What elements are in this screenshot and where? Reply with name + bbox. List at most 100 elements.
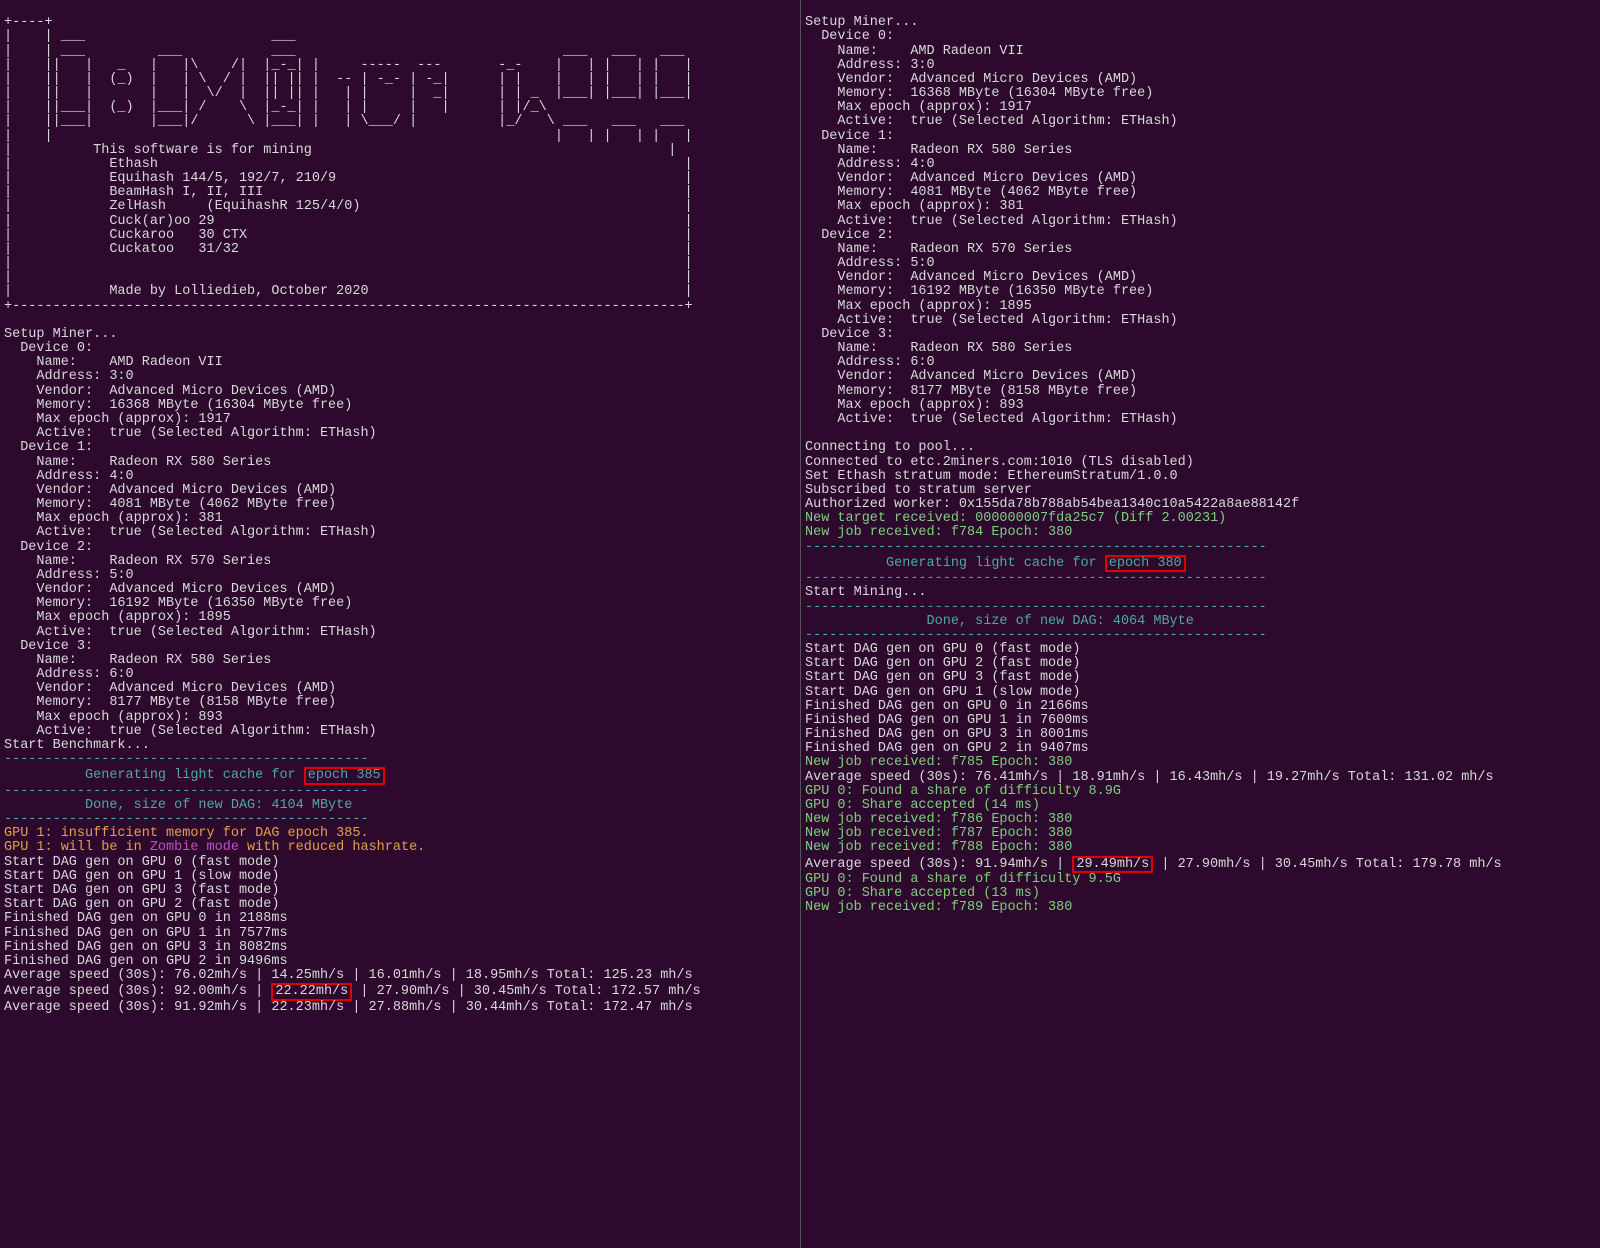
device-address: Address: 6:0 [805,355,935,370]
device-header: Device 2: [4,540,93,555]
device-active: Active: true (Selected Algorithm: ETHash… [805,313,1178,328]
warning-mem: GPU 1: insufficient memory for DAG epoch… [4,826,369,841]
avg-speed: Average speed (30s): 91.92mh/s | 22.23mh… [4,1000,693,1015]
device-memory: Memory: 16192 MByte (16350 MByte free) [805,284,1153,299]
authorized: Authorized worker: 0x155da78b788ab54bea1… [805,497,1299,512]
info-line: | Equihash 144/5, 192/7, 210/9 | [4,171,693,186]
ascii-art-line: | | ___ ___ [4,29,296,44]
device-maxepoch: Max epoch (approx): 381 [4,511,223,526]
device-maxepoch: Max epoch (approx): 893 [805,398,1024,413]
device-address: Address: 5:0 [4,568,134,583]
device-vendor: Vendor: Advanced Micro Devices (AMD) [805,72,1137,87]
dag-gen: Start DAG gen on GPU 3 (fast mode) [4,883,279,898]
author-line: | Made by Lolliedieb, October 2020 | [4,284,693,299]
dag-finished: Finished DAG gen on GPU 3 in 8001ms [805,727,1089,742]
device-maxepoch: Max epoch (approx): 1917 [805,100,1032,115]
device-vendor: Vendor: Advanced Micro Devices (AMD) [805,171,1137,186]
info-line: | Cuckaroo 30 CTX | [4,228,693,243]
device-header: Device 0: [4,341,93,356]
device-header: Device 0: [805,29,894,44]
avg-speed: Average speed (30s): 76.41mh/s | 18.91mh… [805,770,1494,785]
dag-gen: Start DAG gen on GPU 1 (slow mode) [805,685,1080,700]
new-job: New job received: f784 Epoch: 380 [805,525,1072,540]
done-dag: Done, size of new DAG: 4104 MByte [4,798,352,813]
device-active: Active: true (Selected Algorithm: ETHash… [805,214,1178,229]
avg-speed-post: | 27.90mh/s | 30.45mh/s Total: 172.57 mh… [352,984,700,999]
separator: ----------------------------------------… [805,628,1267,643]
start-mining: Start Mining... [805,585,927,600]
device-memory: Memory: 4081 MByte (4062 MByte free) [4,497,336,512]
ascii-art-line: | || | (_) | | \ / | || || | -- | -_- | … [4,72,693,87]
device-header: Device 1: [805,129,894,144]
info-line: | | [4,256,693,271]
dag-finished: Finished DAG gen on GPU 3 in 8082ms [4,940,288,955]
separator: ----------------------------------------… [4,812,369,827]
dag-gen: Start DAG gen on GPU 0 (fast mode) [4,855,279,870]
setup-title: Setup Miner... [805,15,918,30]
info-line: | Ethash | [4,157,693,172]
dag-gen: Start DAG gen on GPU 0 (fast mode) [805,642,1080,657]
info-line: | ZelHash (EquihashR 125/4/0) | [4,199,693,214]
dag-finished: Finished DAG gen on GPU 1 in 7600ms [805,713,1089,728]
warning-zombie-pre: GPU 1: will be in [4,840,150,855]
warning-zombie-post: with reduced hashrate. [239,840,425,855]
device-header: Device 3: [805,327,894,342]
device-active: Active: true (Selected Algorithm: ETHash… [4,525,377,540]
dag-gen: Start DAG gen on GPU 3 (fast mode) [805,670,1080,685]
zombie-mode-text: Zombie mode [150,840,239,855]
separator: ----------------------------------------… [4,752,369,767]
share-found: GPU 0: Found a share of difficulty 8.9G [805,784,1121,799]
device-name: Name: Radeon RX 570 Series [805,242,1072,257]
ascii-art-line: | || | _ | |\ /| |_-_| | ----- --- -_- |… [4,58,693,73]
device-vendor: Vendor: Advanced Micro Devices (AMD) [4,582,336,597]
done-dag: Done, size of new DAG: 4064 MByte [805,614,1194,629]
epoch-highlight: epoch 380 [1105,555,1186,573]
ascii-art-line: | ||___| (_) |___| / \ |_-_| | | | | | |… [4,100,547,115]
left-terminal: +----+ | | ___ ___ | | ___ ___ ___ ___ _… [0,0,800,1248]
avg-speed: Average speed (30s): 76.02mh/s | 14.25mh… [4,968,693,983]
dag-finished: Finished DAG gen on GPU 2 in 9496ms [4,954,288,969]
right-terminal: Setup Miner... Device 0: Name: AMD Radeo… [800,0,1600,1248]
gen-cache-pre: Generating light cache for [4,768,304,783]
separator: ----------------------------------------… [805,540,1267,555]
device-active: Active: true (Selected Algorithm: ETHash… [805,412,1178,427]
ascii-art-line: | | | | | | | | [4,129,693,144]
device-memory: Memory: 16368 MByte (16304 MByte free) [805,86,1153,101]
avg-speed-pre: Average speed (30s): 91.94mh/s | [805,857,1072,872]
device-address: Address: 5:0 [805,256,935,271]
ascii-art-line: | || | | | \/ | || || | | | | _| | | _ |… [4,86,693,101]
dag-finished: Finished DAG gen on GPU 2 in 9407ms [805,741,1089,756]
dag-finished: Finished DAG gen on GPU 1 in 7577ms [4,926,288,941]
device-address: Address: 4:0 [4,469,134,484]
epoch-highlight: epoch 385 [304,767,385,785]
info-line: | BeamHash I, II, III | [4,185,693,200]
device-vendor: Vendor: Advanced Micro Devices (AMD) [805,369,1137,384]
device-maxepoch: Max epoch (approx): 893 [4,710,223,725]
device-name: Name: Radeon RX 580 Series [4,455,271,470]
device-memory: Memory: 16192 MByte (16350 MByte free) [4,596,352,611]
info-line: | This software is for mining | [4,143,676,158]
avg-speed-post: | 27.90mh/s | 30.45mh/s Total: 179.78 mh… [1153,857,1501,872]
device-address: Address: 3:0 [4,369,134,384]
device-vendor: Vendor: Advanced Micro Devices (AMD) [805,270,1137,285]
device-name: Name: AMD Radeon VII [4,355,223,370]
device-maxepoch: Max epoch (approx): 1917 [4,412,231,427]
ascii-art-line: +----+ [4,15,53,30]
device-maxepoch: Max epoch (approx): 1895 [805,299,1032,314]
device-name: Name: Radeon RX 580 Series [4,653,271,668]
separator: ----------------------------------------… [805,571,1267,586]
new-job: New job received: f787 Epoch: 380 [805,826,1072,841]
device-vendor: Vendor: Advanced Micro Devices (AMD) [4,483,336,498]
device-address: Address: 3:0 [805,58,935,73]
dag-gen: Start DAG gen on GPU 2 (fast mode) [805,656,1080,671]
share-accepted: GPU 0: Share accepted (14 ms) [805,798,1040,813]
dag-gen: Start DAG gen on GPU 1 (slow mode) [4,869,279,884]
connecting: Connecting to pool... [805,440,975,455]
device-maxepoch: Max epoch (approx): 1895 [4,610,231,625]
setup-title: Setup Miner... [4,327,117,342]
separator: ----------------------------------------… [4,784,369,799]
hashrate-highlight: 29.49mh/s [1072,856,1153,874]
subscribed: Subscribed to stratum server [805,483,1032,498]
new-job: New job received: f789 Epoch: 380 [805,900,1072,915]
device-address: Address: 4:0 [805,157,935,172]
